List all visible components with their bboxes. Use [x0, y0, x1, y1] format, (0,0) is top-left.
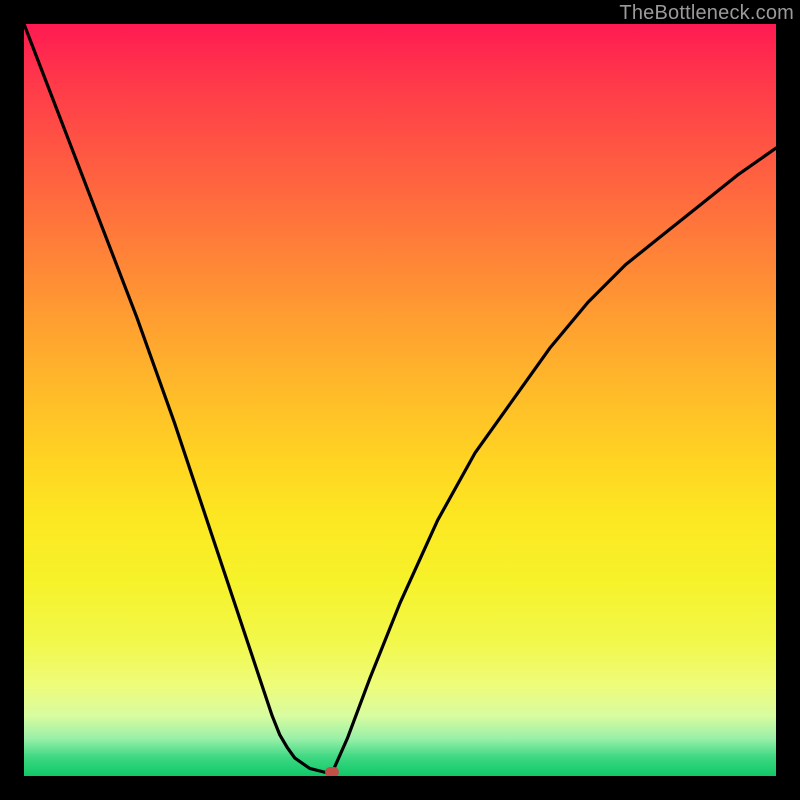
- plot-area: [24, 24, 776, 776]
- left-curve-path: [24, 24, 332, 772]
- right-curve-path: [332, 148, 776, 772]
- bottleneck-marker: [325, 767, 339, 776]
- watermark-text: TheBottleneck.com: [619, 2, 794, 25]
- chart-frame: TheBottleneck.com: [0, 0, 800, 800]
- curve-svg: [24, 24, 776, 776]
- curve-group: [24, 24, 776, 772]
